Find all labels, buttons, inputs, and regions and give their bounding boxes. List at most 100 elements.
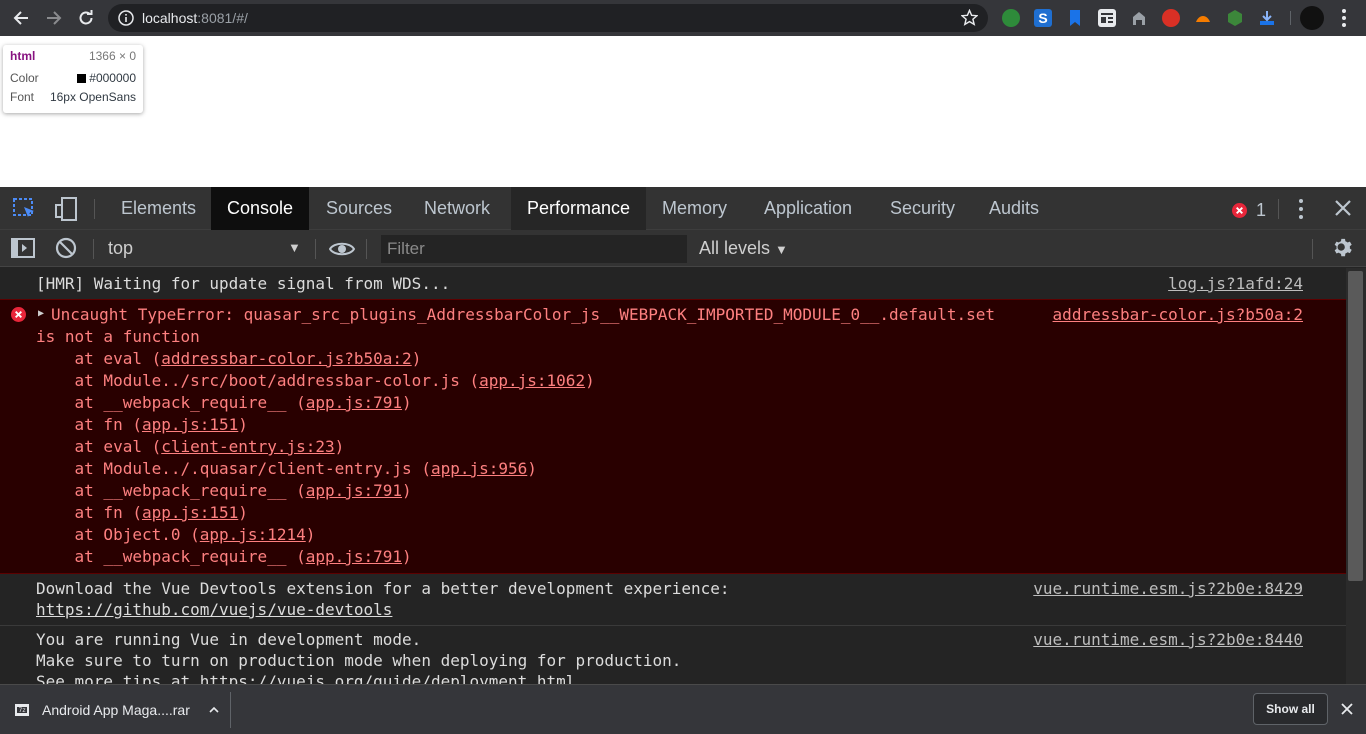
- extension-orange-icon[interactable]: [1194, 9, 1212, 27]
- tab-application[interactable]: Application: [748, 187, 868, 230]
- extension-bookmark-icon[interactable]: [1066, 9, 1084, 27]
- bookmark-star-icon[interactable]: [960, 8, 979, 31]
- show-all-button[interactable]: Show all: [1253, 693, 1328, 725]
- stack-frame: at Module../.quasar/client-entry.js (app…: [36, 459, 537, 478]
- download-divider: [230, 692, 231, 728]
- download-item[interactable]: 7z Android App Maga....rar: [14, 694, 220, 726]
- tab-memory[interactable]: Memory: [646, 187, 743, 230]
- frame-text: ): [411, 349, 422, 368]
- expand-triangle-icon[interactable]: ▶: [38, 308, 44, 319]
- chevron-down-icon[interactable]: ▼: [288, 240, 301, 255]
- frame-source-link[interactable]: app.js:956: [431, 459, 527, 478]
- extension-download-icon[interactable]: [1258, 9, 1276, 27]
- stack-frame: at __webpack_require__ (app.js:791): [36, 393, 412, 412]
- tab-audits[interactable]: Audits: [973, 187, 1055, 230]
- console-message: Download the Vue Devtools extension for …: [0, 574, 1346, 625]
- stack-frame: at eval (client-entry.js:23): [36, 437, 345, 456]
- extension-s-icon[interactable]: S: [1034, 9, 1052, 27]
- tab-console[interactable]: Console: [211, 187, 310, 230]
- close-devtools-icon[interactable]: [1334, 199, 1352, 222]
- log-levels-dropdown[interactable]: All levels ▼: [699, 238, 788, 259]
- sidebar-toggle-icon[interactable]: [11, 237, 35, 264]
- forward-button[interactable]: [42, 6, 66, 30]
- frame-source-link[interactable]: app.js:1062: [479, 371, 585, 390]
- info-icon[interactable]: [118, 10, 134, 31]
- tooltip-color-label: Color: [10, 71, 39, 85]
- filter-input[interactable]: [381, 235, 687, 263]
- eye-icon[interactable]: [328, 240, 356, 263]
- frame-text: ): [238, 415, 248, 434]
- chrome-menu-icon[interactable]: [1337, 8, 1351, 33]
- svg-text:7z: 7z: [19, 707, 26, 714]
- gear-icon[interactable]: [1332, 237, 1354, 264]
- tab-elements[interactable]: Elements: [105, 187, 212, 230]
- error-icon: [1232, 203, 1247, 218]
- frame-text: at Module../src/boot/addressbar-color.js…: [36, 371, 480, 390]
- reload-button[interactable]: [74, 6, 98, 30]
- console-message: [HMR] Waiting for update signal from WDS…: [0, 268, 1346, 299]
- extension-node-icon[interactable]: [1226, 9, 1244, 27]
- tooltip-font-value: 16px OpenSans: [49, 90, 136, 104]
- frame-text: ): [527, 459, 537, 478]
- stack-frame: at Module../src/boot/addressbar-color.js…: [36, 371, 595, 390]
- frame-text: ): [585, 371, 595, 390]
- frame-source-link[interactable]: app.js:791: [306, 393, 402, 412]
- stack-frame: at fn (app.js:151): [36, 415, 248, 434]
- frame-source-link[interactable]: app.js:791: [306, 547, 402, 566]
- filterbar-divider: [1312, 239, 1313, 259]
- error-count: 1: [1256, 200, 1267, 220]
- stack-frame: at Object.0 (app.js:1214): [36, 525, 316, 544]
- message-text: Make sure to turn on production mode whe…: [36, 651, 682, 670]
- stack-frame: at eval (addressbar-color.js?b50a:2): [36, 349, 422, 368]
- console-scrollbar[interactable]: [1346, 268, 1366, 684]
- extension-globe-icon[interactable]: [1002, 9, 1020, 27]
- archive-file-icon: 7z: [15, 704, 29, 716]
- clear-console-icon[interactable]: [55, 237, 77, 264]
- devtools-link[interactable]: https://github.com/vuejs/vue-devtools: [36, 600, 392, 619]
- console-error-message: ▶ Uncaught TypeError: quasar_src_plugins…: [0, 299, 1346, 574]
- frame-text: at __webpack_require__ (: [36, 393, 306, 412]
- frame-text: at __webpack_require__ (: [36, 481, 306, 500]
- back-button[interactable]: [9, 6, 33, 30]
- context-selector[interactable]: top: [108, 238, 133, 259]
- tab-performance[interactable]: Performance: [511, 187, 647, 230]
- tooltip-tag: html: [10, 49, 36, 63]
- devtools-menu-icon[interactable]: [1293, 198, 1309, 225]
- filterbar-divider: [93, 239, 94, 259]
- source-link[interactable]: vue.runtime.esm.js?2b0e:8440: [1033, 630, 1303, 649]
- frame-source-link[interactable]: app.js:791: [306, 481, 402, 500]
- source-link[interactable]: vue.runtime.esm.js?2b0e:8429: [1033, 579, 1303, 598]
- message-text: [HMR] Waiting for update signal from WDS…: [36, 274, 451, 293]
- inspect-element-icon[interactable]: [13, 198, 37, 225]
- extension-news-icon[interactable]: [1098, 9, 1116, 27]
- stack-frame: at __webpack_require__ (app.js:791): [36, 547, 412, 566]
- frame-text: at eval (: [36, 437, 162, 456]
- address-bar[interactable]: localhost:8081/#/: [108, 4, 988, 32]
- frame-text: at __webpack_require__ (: [36, 547, 306, 566]
- frame-text: ): [334, 437, 345, 456]
- frame-source-link[interactable]: client-entry.js:23: [161, 437, 334, 456]
- tab-sources[interactable]: Sources: [310, 187, 408, 230]
- extension-house-icon[interactable]: [1130, 9, 1148, 27]
- error-text-line1: Uncaught TypeError: quasar_src_plugins_A…: [51, 305, 996, 324]
- frame-source-link[interactable]: app.js:151: [142, 503, 238, 522]
- tab-security[interactable]: Security: [874, 187, 971, 230]
- scrollbar-thumb[interactable]: [1348, 271, 1363, 581]
- devtools-panel: Elements Console Sources Network Perform…: [0, 187, 1366, 684]
- frame-source-link[interactable]: app.js:151: [142, 415, 238, 434]
- source-link[interactable]: log.js?1afd:24: [1168, 274, 1303, 293]
- tab-network[interactable]: Network: [408, 187, 506, 230]
- devtools-tabbar: Elements Console Sources Network Perform…: [0, 187, 1366, 230]
- frame-source-link[interactable]: app.js:1214: [200, 525, 306, 544]
- extension-red-circle-icon[interactable]: [1162, 9, 1180, 27]
- browser-toolbar: localhost:8081/#/ S: [0, 0, 1366, 36]
- frame-source-link[interactable]: addressbar-color.js?b50a:2: [161, 349, 411, 368]
- close-download-shelf-icon[interactable]: [1341, 702, 1353, 720]
- error-source-link[interactable]: addressbar-color.js?b50a:2: [1053, 305, 1303, 324]
- error-counter[interactable]: 1: [1232, 200, 1266, 221]
- device-toolbar-icon[interactable]: [54, 197, 78, 226]
- url-text[interactable]: localhost:8081/#/: [142, 10, 248, 26]
- profile-avatar[interactable]: [1300, 6, 1324, 30]
- frame-text: at fn (: [36, 503, 142, 522]
- inspect-tooltip: html 1366 × 0 Color #000000 Font 16px Op…: [3, 45, 143, 113]
